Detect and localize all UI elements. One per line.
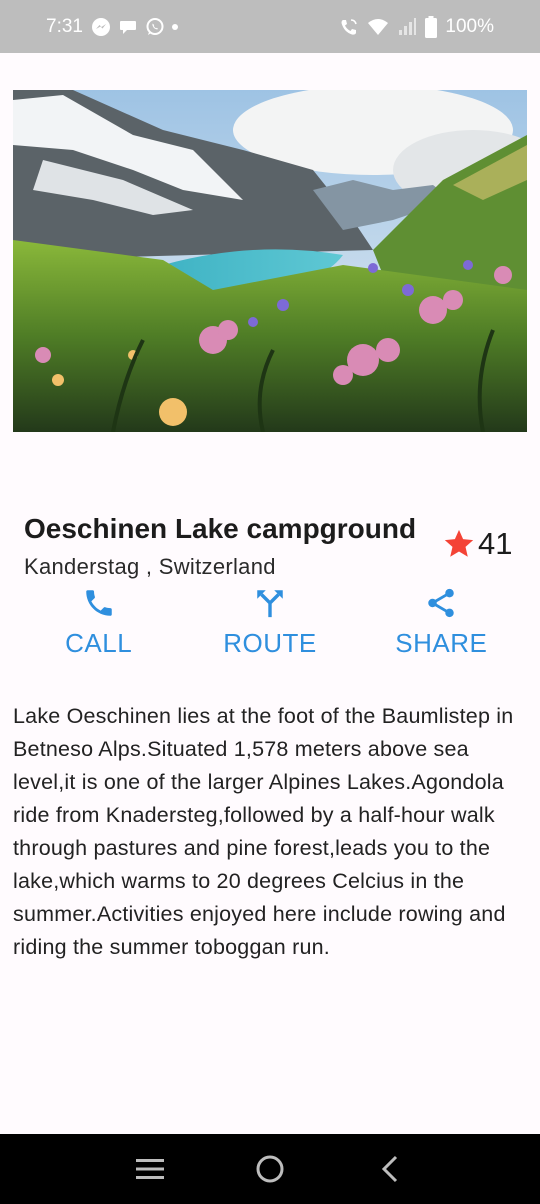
place-title: Oeschinen Lake campground xyxy=(24,513,417,544)
route-icon xyxy=(257,590,283,618)
whatsapp-icon xyxy=(146,17,164,35)
share-icon xyxy=(428,588,455,618)
status-right: 100% xyxy=(339,15,494,38)
rating-count: 41 xyxy=(478,526,513,561)
home-button[interactable] xyxy=(240,1139,300,1199)
action-icon-wrap xyxy=(82,582,116,624)
place-info: Oeschinen Lake campground Kanderstag , S… xyxy=(24,510,434,580)
recent-apps-icon xyxy=(136,1159,164,1179)
hero-image xyxy=(13,90,527,432)
battery-icon xyxy=(425,15,438,38)
battery-percent: 100% xyxy=(445,15,494,37)
phone-icon xyxy=(85,590,112,616)
lake-landscape-photo xyxy=(13,90,527,432)
share-label: SHARE xyxy=(395,628,488,658)
status-left: 7:31 xyxy=(46,16,178,38)
route-label: ROUTE xyxy=(223,628,317,658)
action-bar: CALL ROUTE SHARE xyxy=(13,582,527,659)
wifi-calling-icon xyxy=(341,18,358,35)
wifi-icon xyxy=(368,18,389,35)
system-nav-bar xyxy=(0,1134,540,1204)
star-icon xyxy=(444,529,474,557)
messenger-icon xyxy=(91,17,110,36)
back-button[interactable] xyxy=(360,1139,420,1199)
action-icon-wrap xyxy=(253,582,287,624)
back-icon xyxy=(381,1155,398,1183)
signal-icon xyxy=(399,17,417,35)
notification-dot-icon xyxy=(171,23,178,30)
place-location: Kanderstag , Switzerland xyxy=(24,554,276,579)
share-button[interactable]: SHARE xyxy=(356,582,527,659)
rating[interactable]: 41 xyxy=(442,526,512,562)
call-button[interactable]: CALL xyxy=(13,582,184,659)
action-icon-wrap xyxy=(424,582,458,624)
recent-apps-button[interactable] xyxy=(120,1139,180,1199)
status-bar: 7:31 100% xyxy=(0,0,540,53)
notification-icons xyxy=(91,17,178,37)
call-label: CALL xyxy=(65,628,133,658)
status-time: 7:31 xyxy=(46,15,83,37)
home-icon xyxy=(256,1155,284,1183)
place-description: Lake Oeschinen lies at the foot of the B… xyxy=(13,704,514,959)
chat-bubble-icon xyxy=(119,20,136,34)
route-button[interactable]: ROUTE xyxy=(184,582,355,659)
